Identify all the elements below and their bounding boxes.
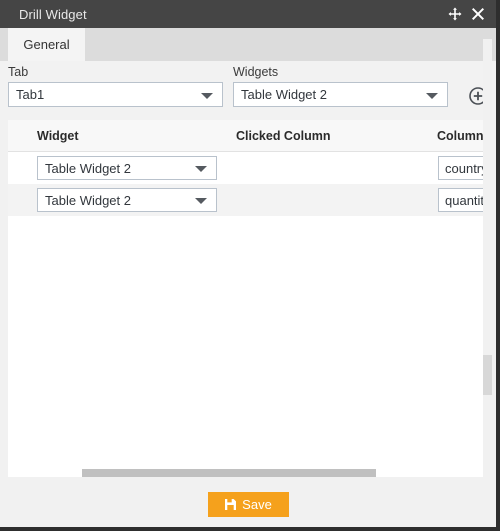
table-row: Table Widget 2 (8, 152, 491, 184)
move-cross-icon[interactable] (448, 7, 462, 21)
form-strip: Tab Tab1 Widgets Table Widget 2 (0, 61, 496, 120)
floppy-disk-icon (225, 499, 237, 510)
widgets-select[interactable]: Table Widget 2 (233, 82, 448, 107)
tab-general-label: General (23, 37, 70, 52)
vertical-scrollbar-thumb[interactable] (483, 355, 492, 395)
horizontal-scrollbar-thumb[interactable] (82, 469, 376, 477)
tab-general[interactable]: General (8, 28, 85, 61)
tab-select[interactable]: Tab1 (8, 82, 223, 107)
save-button[interactable]: Save (208, 492, 289, 517)
drill-grid: Widget Clicked Column Column V Table Wid… (8, 120, 491, 477)
chevron-down-icon (195, 166, 207, 172)
dialog-title: Drill Widget (19, 6, 87, 22)
save-button-label: Save (242, 497, 272, 512)
grid-header-row: Widget Clicked Column Column V (8, 120, 491, 152)
drill-widget-dialog: Drill Widget General Tab Tab1 Widgets Ta… (0, 0, 500, 531)
table-row: Table Widget 2 (8, 184, 491, 216)
chevron-down-icon (426, 92, 438, 99)
row-widget-select[interactable]: Table Widget 2 (37, 156, 217, 180)
titlebar-buttons (448, 7, 485, 21)
row-widget-select[interactable]: Table Widget 2 (37, 188, 217, 212)
chevron-down-icon (201, 92, 213, 99)
tab-field-group: Tab Tab1 (8, 65, 223, 107)
row-widget-select-wrap: Table Widget 2 (37, 188, 217, 212)
row-widget-select-value: Table Widget 2 (45, 192, 131, 208)
grid-header-clicked-column: Clicked Column (236, 129, 331, 143)
horizontal-scrollbar-track[interactable] (8, 466, 491, 477)
grid-header-widget: Widget (37, 129, 79, 143)
row-widget-select-wrap: Table Widget 2 (37, 156, 217, 180)
grid-body: Table Widget 2 Table Widget 2 (8, 152, 491, 477)
tab-field-label: Tab (8, 65, 29, 79)
tab-strip: General (0, 28, 496, 61)
widgets-select-value: Table Widget 2 (241, 87, 327, 102)
close-x-icon[interactable] (471, 7, 485, 21)
vertical-scrollbar-top-shade (483, 28, 492, 39)
chevron-down-icon (195, 198, 207, 204)
row-widget-select-value: Table Widget 2 (45, 160, 131, 176)
widgets-field-label: Widgets (233, 65, 279, 79)
widgets-field-group: Widgets Table Widget 2 (233, 65, 448, 107)
vertical-scrollbar-track[interactable] (483, 28, 492, 527)
tab-select-value: Tab1 (16, 87, 45, 102)
dialog-titlebar[interactable]: Drill Widget (0, 0, 496, 28)
